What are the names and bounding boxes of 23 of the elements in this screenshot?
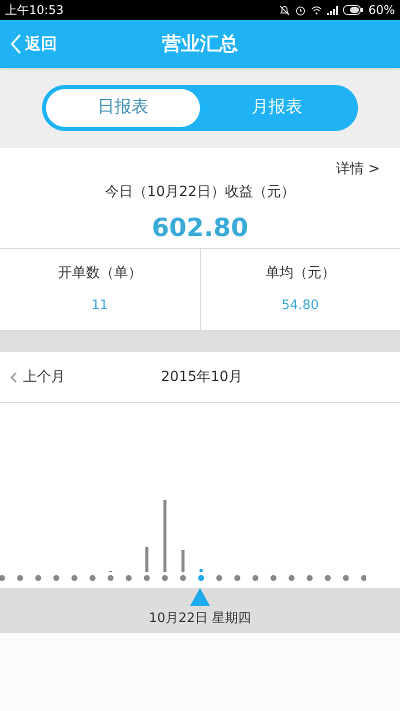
stat-label: 开单数（单） (58, 264, 142, 283)
battery-icon (343, 5, 364, 15)
revenue-caption: 今日（10月22日）收益（元） (105, 183, 295, 202)
stat-label: 单均（元） (265, 264, 336, 283)
battery-level: 60% (368, 2, 395, 19)
report-tab[interactable]: 日报表 (46, 89, 200, 127)
signal-icon (327, 6, 338, 14)
previous-month-button[interactable]: 上个月 (10, 366, 65, 388)
details-link[interactable]: 详情 > (336, 159, 380, 180)
status-time: 上午10:53 (5, 2, 64, 19)
pointer-triangle-icon (190, 588, 210, 606)
back-button[interactable]: 返回 (10, 32, 57, 56)
chevron-left-icon (10, 372, 17, 382)
stat-value: 54.80 (282, 297, 319, 315)
report-tab[interactable]: 月报表 (200, 89, 354, 127)
revenue-amount: 602.80 (152, 212, 248, 244)
mute-icon (279, 4, 290, 16)
stat-value: 11 (91, 297, 108, 315)
selected-date: 10月22日 星期四 (148, 610, 252, 628)
month-label: 2015年10月 (161, 368, 242, 386)
alarm-icon (295, 4, 306, 16)
page-title: 营业汇总 (162, 32, 238, 57)
wifi-icon (311, 5, 322, 15)
